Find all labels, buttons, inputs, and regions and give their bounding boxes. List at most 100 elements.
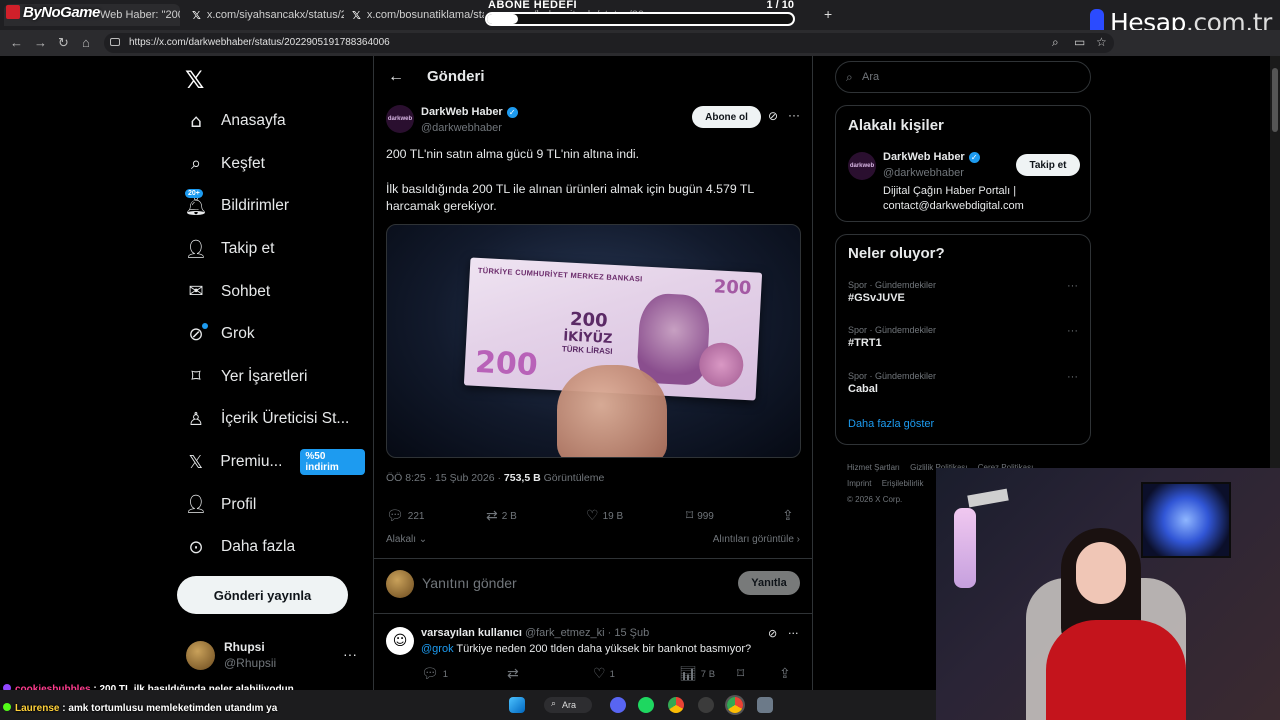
footer-link[interactable]: Hizmet Şartları bbox=[847, 463, 900, 472]
share-action[interactable]: ⇪ bbox=[779, 666, 791, 682]
taskbar-search[interactable]: ⌕ Ara bbox=[544, 697, 592, 713]
page-header: ← Gönderi bbox=[374, 56, 812, 98]
back-arrow-icon[interactable]: ← bbox=[10, 35, 23, 50]
more-dots-icon[interactable]: ··· bbox=[343, 646, 357, 662]
url-input[interactable]: https://x.com/darkwebhaber/status/202290… bbox=[104, 33, 1114, 53]
sidebar-item-label: Sohbet bbox=[221, 282, 271, 300]
views-action[interactable]: 📊︎ 7 B bbox=[679, 666, 715, 682]
more-dots-icon[interactable]: ··· bbox=[1067, 280, 1078, 292]
scrollbar-thumb[interactable] bbox=[1272, 68, 1278, 132]
author-name[interactable]: DarkWeb Haber ✓ bbox=[421, 106, 518, 118]
sidebar-item-home[interactable]: ⌂ Anasayfa bbox=[185, 100, 365, 143]
search-placeholder: Ara bbox=[862, 71, 880, 83]
follow-button[interactable]: Takip et bbox=[1016, 154, 1080, 176]
account-switcher[interactable]: Rhupsi @Rhupsii ··· bbox=[186, 638, 361, 678]
bookmark-icon: ⌑ bbox=[737, 666, 745, 682]
windows-start-icon[interactable] bbox=[509, 697, 525, 713]
related-person-name[interactable]: DarkWeb Haber ✓ bbox=[883, 151, 980, 163]
show-more-link[interactable]: Daha fazla göster bbox=[848, 418, 934, 430]
sidebar-item-follow[interactable]: 👤︎ Takip et bbox=[185, 228, 365, 271]
avatar bbox=[186, 641, 215, 670]
tweet-media-image[interactable]: TÜRKİYE CUMHURİYET MERKEZ BANKASI 200 20… bbox=[386, 224, 801, 458]
like-action[interactable]: ♡ 19 B bbox=[586, 508, 623, 524]
reply-action[interactable]: 💬︎ 221 bbox=[386, 508, 424, 524]
tab-title: Web Haber: "200 bbox=[100, 9, 180, 21]
mention-link[interactable]: @grok bbox=[421, 643, 454, 655]
footer-copyright: © 2026 X Corp. bbox=[847, 495, 903, 504]
home-icon[interactable]: ⌂ bbox=[82, 35, 90, 50]
more-dots-icon[interactable]: ··· bbox=[788, 108, 800, 122]
footer-link[interactable]: Imprint bbox=[847, 479, 871, 488]
cast-icon[interactable]: ▭ bbox=[1074, 35, 1085, 49]
sidebar-item-explore[interactable]: ⌕ Keşfet bbox=[185, 143, 365, 186]
reply-input[interactable]: Yanıtını gönder bbox=[422, 575, 517, 591]
verified-badge-icon: ✓ bbox=[506, 106, 518, 118]
spotify-icon[interactable] bbox=[638, 697, 654, 713]
bookmark-action[interactable]: ⌑ bbox=[737, 666, 744, 682]
reply-author-name[interactable]: varsayılan kullanıcı bbox=[421, 627, 522, 639]
search-input[interactable]: ⌕ Ara bbox=[835, 61, 1091, 93]
related-person-avatar[interactable]: darkweb bbox=[848, 152, 876, 180]
more-dots-icon[interactable]: ··· bbox=[1067, 325, 1078, 337]
post-button[interactable]: Gönderi yayınla bbox=[177, 576, 348, 614]
share-icon: ⇪ bbox=[779, 666, 791, 682]
sidebar-item-premium[interactable]: 𝕏 Premiu... %50 indirim bbox=[185, 441, 365, 484]
share-icon: ⇪ bbox=[782, 508, 794, 524]
bookmark-star-icon[interactable]: ☆ bbox=[1096, 35, 1107, 49]
reply-author-avatar[interactable]: ☺ bbox=[386, 627, 414, 655]
back-arrow-icon[interactable]: ← bbox=[388, 68, 404, 86]
sidebar-item-notifications[interactable]: 🔔︎ 20+ Bildirimler bbox=[185, 185, 365, 228]
author-avatar[interactable]: darkweb bbox=[386, 105, 414, 133]
repost-action[interactable]: ⇄ bbox=[507, 666, 519, 682]
footer-link[interactable]: Erişilebilirlik bbox=[882, 479, 924, 488]
calculator-icon[interactable] bbox=[757, 697, 773, 713]
share-action[interactable]: ⇪ bbox=[782, 508, 794, 524]
discord-icon[interactable] bbox=[610, 697, 626, 713]
like-action[interactable]: ♡ 1 bbox=[593, 666, 615, 682]
sidebar-item-grok[interactable]: ⊘ Grok bbox=[185, 313, 365, 356]
sidebar-item-label: Daha fazla bbox=[221, 538, 296, 556]
forward-arrow-icon[interactable]: → bbox=[34, 35, 47, 50]
reply-button[interactable]: Yanıtla bbox=[738, 571, 800, 595]
sidebar-item-profile[interactable]: 👤︎ Profil bbox=[185, 483, 365, 526]
view-quotes-link[interactable]: Alıntıları görüntüle › bbox=[713, 534, 800, 545]
webcam-overlay bbox=[936, 468, 1280, 720]
replies-sort-dropdown[interactable]: Alakalı ⌄ bbox=[386, 534, 427, 545]
more-dots-icon[interactable]: ··· bbox=[788, 627, 799, 640]
sidebar-item-creator-studio[interactable]: ♙ İçerik Üreticisi St... bbox=[185, 398, 365, 441]
profile-icon: 👤︎ bbox=[184, 494, 208, 516]
repost-action[interactable]: ⇄ 2 B bbox=[486, 508, 517, 524]
repost-icon: ⇄ bbox=[507, 666, 519, 682]
trend-item[interactable]: Spor · Gündemdekiler Cabal ··· bbox=[848, 371, 1078, 395]
subscribe-button[interactable]: Abone ol bbox=[692, 106, 761, 128]
browser-tab[interactable]: 𝕏 x.com/bosunatiklama/status/20 bbox=[344, 4, 484, 26]
grok-icon[interactable]: ⊘ bbox=[768, 109, 778, 123]
banknote-rosette bbox=[698, 341, 745, 388]
chart-icon: 📊︎ bbox=[679, 666, 697, 682]
obs-icon[interactable] bbox=[698, 697, 714, 713]
kick-icon bbox=[3, 703, 11, 711]
author-handle[interactable]: @darkwebhaber bbox=[421, 122, 502, 134]
trend-item[interactable]: Spor · Gündemdekiler #TRT1 ··· bbox=[848, 325, 1078, 349]
main-column: ← Gönderi darkweb DarkWeb Haber ✓ @darkw… bbox=[373, 56, 813, 696]
trend-item[interactable]: Spor · Gündemdekiler #GSvJUVE ··· bbox=[848, 280, 1078, 304]
grok-icon[interactable]: ⊘ bbox=[768, 627, 777, 640]
zoom-icon[interactable]: ⌕ bbox=[1052, 35, 1059, 50]
sidebar-item-more[interactable]: ⊙ Daha fazla bbox=[185, 526, 365, 569]
more-dots-icon[interactable]: ··· bbox=[1067, 371, 1078, 383]
trend-category: Spor · Gündemdekiler bbox=[848, 280, 937, 290]
sidebar-item-bookmarks[interactable]: ⌑ Yer İşaretleri bbox=[185, 356, 365, 399]
chrome-active-icon[interactable] bbox=[727, 697, 743, 713]
related-person-handle: @darkwebhaber bbox=[883, 167, 964, 179]
new-tab-button[interactable]: + bbox=[824, 6, 832, 22]
site-info-icon[interactable] bbox=[110, 38, 120, 46]
reload-icon[interactable]: ↻ bbox=[58, 35, 69, 51]
goal-progress-fill bbox=[487, 14, 518, 24]
home-icon: ⌂ bbox=[190, 110, 202, 132]
reply-action[interactable]: 💬︎ 1 bbox=[421, 666, 448, 682]
chrome-icon[interactable] bbox=[668, 697, 684, 713]
browser-tab[interactable]: 𝕏 x.com/siyahsancakx/status/202 bbox=[184, 4, 344, 26]
bookmark-action[interactable]: ⌑ 999 bbox=[686, 508, 714, 524]
sidebar-item-chat[interactable]: ✉ Sohbet bbox=[185, 270, 365, 313]
x-logo-icon[interactable]: 𝕏 bbox=[185, 66, 204, 94]
